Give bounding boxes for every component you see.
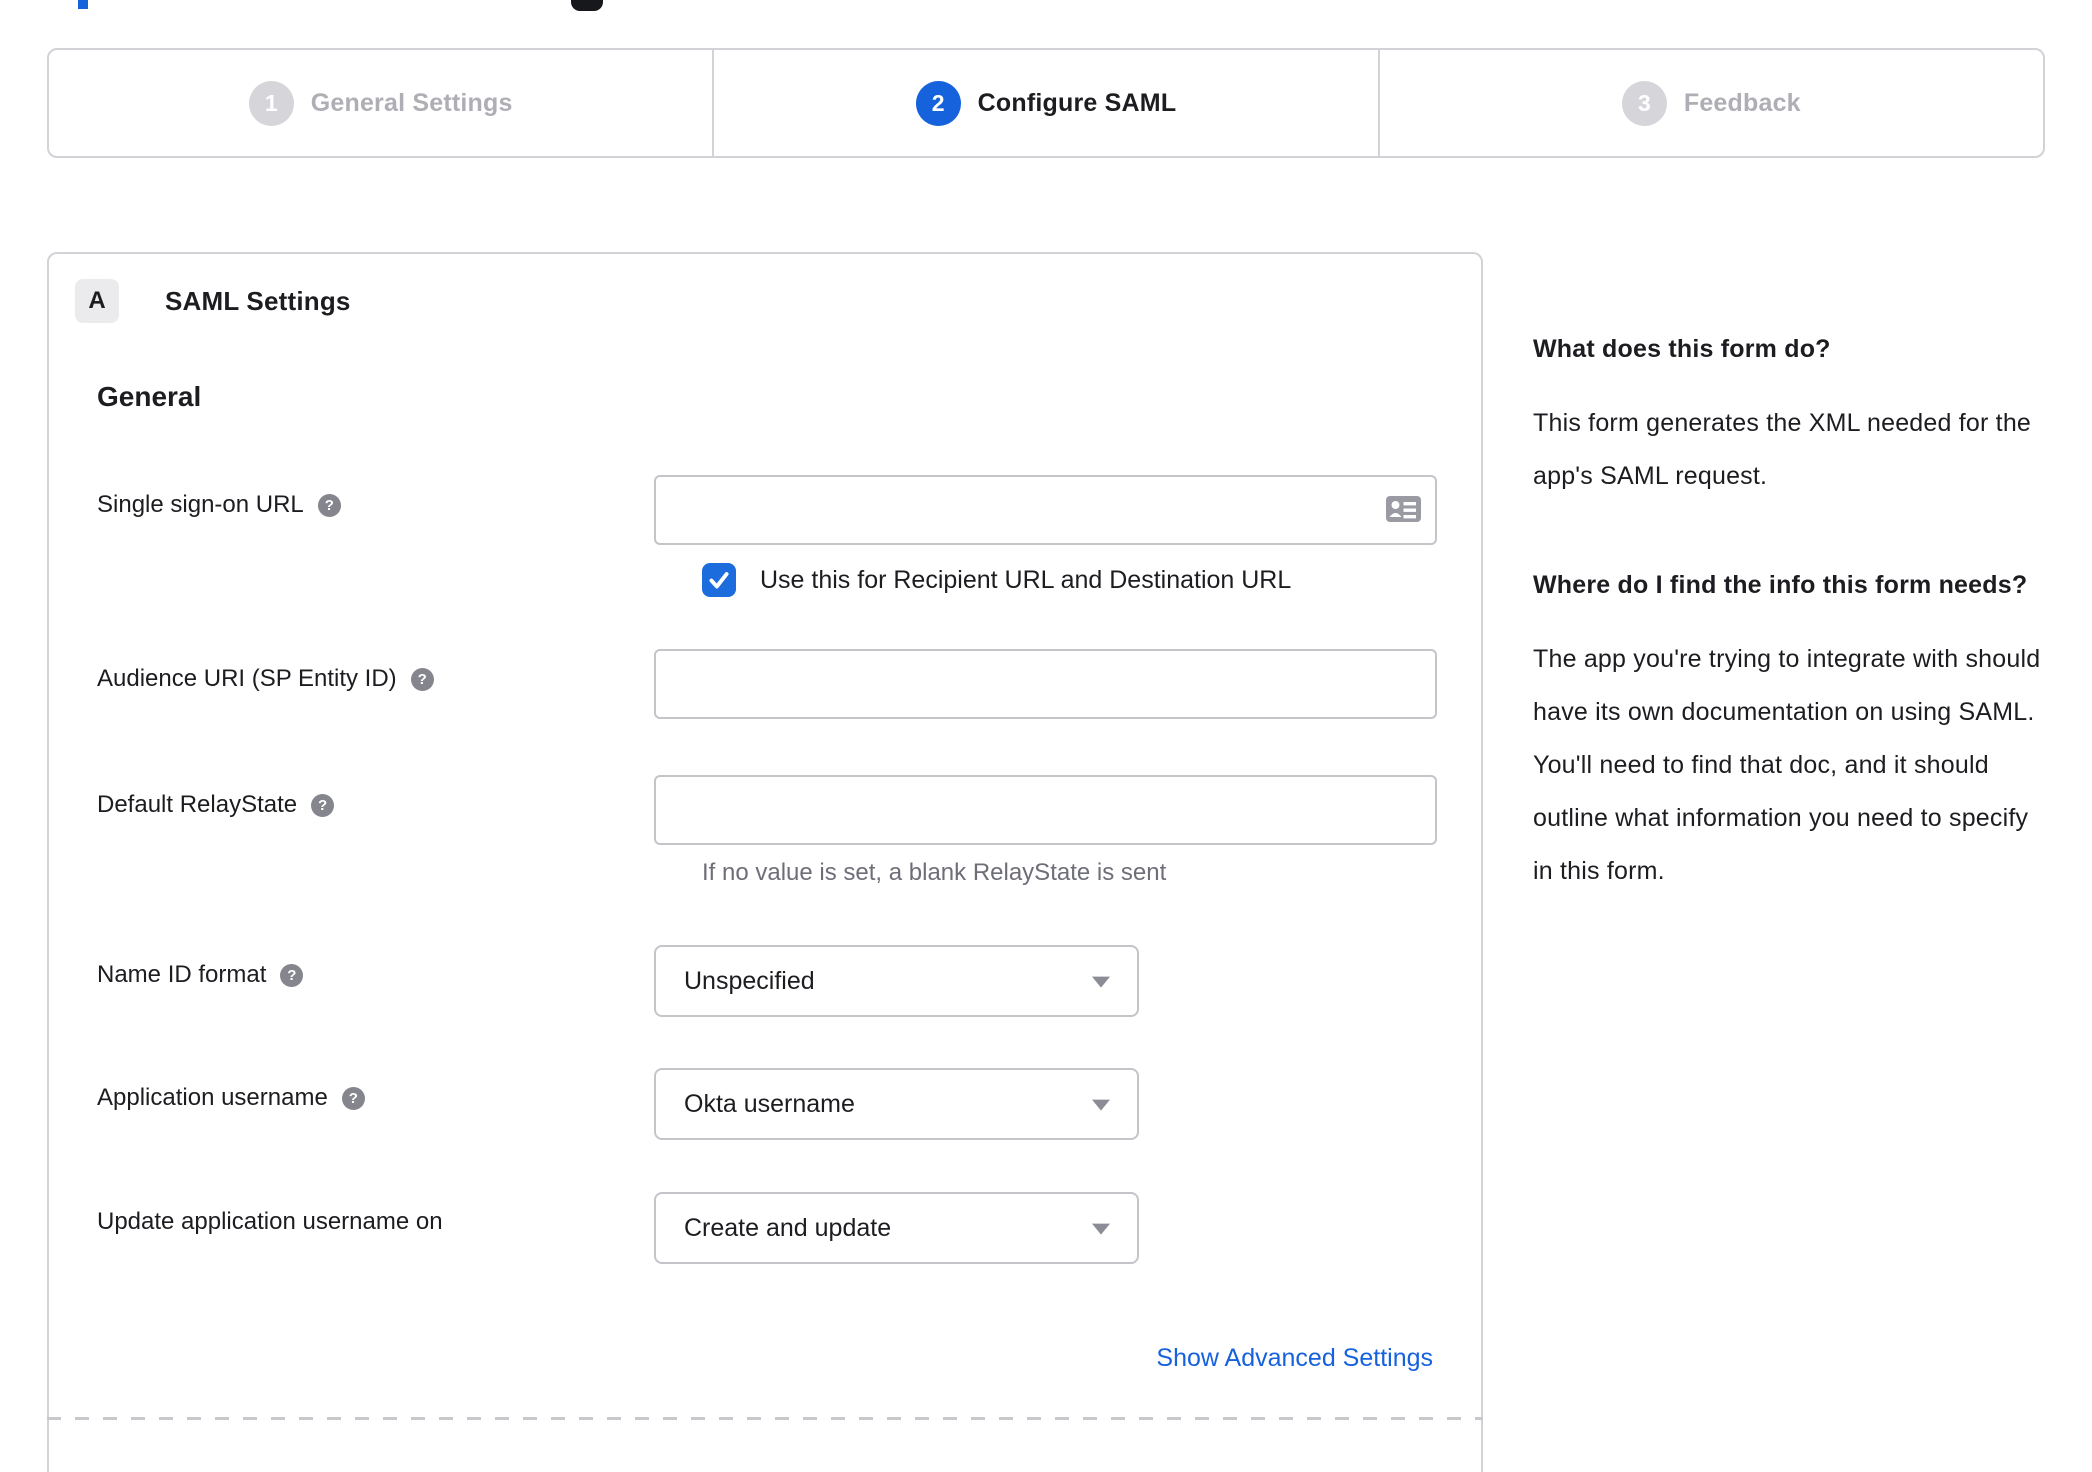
audience-uri-label: Audience URI (SP Entity ID): [97, 665, 397, 692]
sso-url-input-wrap: [654, 475, 1437, 545]
help-body-2: The app you're trying to integrate with …: [1533, 645, 2041, 885]
sso-url-label-wrap: Single sign-on URL ?: [97, 475, 654, 519]
saml-settings-panel: A SAML Settings General Single sign-on U…: [47, 252, 1483, 1472]
recipient-url-checkbox-row: Use this for Recipient URL and Destinati…: [49, 563, 1481, 597]
relay-state-input[interactable]: [654, 775, 1437, 845]
step-label: General Settings: [310, 88, 513, 117]
relay-state-label: Default RelayState: [97, 791, 298, 818]
clipped-header-fragment-blue: [78, 0, 88, 9]
step-number-badge: 1: [248, 80, 294, 126]
update-username-label: Update application username on: [97, 1208, 443, 1235]
chevron-down-icon: [1092, 976, 1110, 988]
panel-title: SAML Settings: [165, 285, 351, 316]
audience-uri-row: Audience URI (SP Entity ID) ?: [49, 649, 1481, 719]
application-username-label: Application username: [97, 1084, 328, 1111]
audience-uri-label-wrap: Audience URI (SP Entity ID) ?: [97, 649, 654, 693]
step-label: Feedback: [1683, 88, 1801, 117]
relay-state-input-wrap: [654, 775, 1437, 845]
step-number-badge: 2: [915, 80, 961, 126]
chevron-down-icon: [1092, 1099, 1110, 1111]
update-username-row: Update application username on Create an…: [49, 1192, 1481, 1264]
application-username-label-wrap: Application username ?: [97, 1068, 654, 1112]
step-configure-saml[interactable]: 2 Configure SAML: [712, 50, 1377, 156]
relay-state-helper-text: If no value is set, a blank RelayState i…: [702, 859, 1167, 886]
step-general-settings[interactable]: 1 General Settings: [49, 50, 712, 156]
update-username-select[interactable]: Create and update: [654, 1192, 1139, 1264]
application-username-row: Application username ? Okta username: [49, 1068, 1481, 1140]
application-username-help-icon[interactable]: ?: [341, 1086, 365, 1110]
recipient-url-checkbox[interactable]: [702, 563, 736, 597]
help-body-1: This form generates the XML needed for t…: [1533, 409, 2032, 490]
sso-url-input[interactable]: [654, 475, 1437, 545]
update-username-label-wrap: Update application username on: [97, 1192, 654, 1236]
show-advanced-settings-link[interactable]: Show Advanced Settings: [1156, 1344, 1433, 1372]
general-section-heading: General: [97, 381, 202, 412]
sso-url-row: Single sign-on URL ?: [49, 475, 1481, 545]
relay-state-help-icon[interactable]: ?: [311, 793, 335, 817]
audience-uri-help-icon[interactable]: ?: [410, 667, 434, 691]
advanced-settings-row: Show Advanced Settings: [49, 1344, 1481, 1373]
name-id-format-value: Unspecified: [684, 966, 815, 995]
recipient-url-checkbox-label[interactable]: Use this for Recipient URL and Destinati…: [760, 566, 1291, 595]
help-heading-1: What does this form do?: [1533, 335, 1831, 363]
step-feedback[interactable]: 3 Feedback: [1377, 50, 2043, 156]
wizard-stepper: 1 General Settings 2 Configure SAML 3 Fe…: [47, 48, 2045, 158]
step-label: Configure SAML: [977, 88, 1177, 117]
clipped-header-fragment-dark: [571, 0, 603, 11]
name-id-format-label-wrap: Name ID format ?: [97, 945, 654, 989]
name-id-format-row: Name ID format ? Unspecified: [49, 945, 1481, 1017]
application-username-select[interactable]: Okta username: [654, 1068, 1139, 1140]
update-username-value: Create and update: [684, 1213, 892, 1242]
audience-uri-input[interactable]: [654, 649, 1437, 719]
sso-url-label: Single sign-on URL: [97, 491, 304, 518]
audience-uri-input-wrap: [654, 649, 1437, 719]
name-id-format-label: Name ID format: [97, 961, 267, 988]
relay-state-row: Default RelayState ?: [49, 775, 1481, 845]
step-number-badge: 3: [1621, 80, 1667, 126]
application-username-value: Okta username: [684, 1089, 855, 1118]
help-panel: What does this form do? This form genera…: [1533, 330, 2049, 898]
section-a-badge: A: [75, 279, 119, 323]
screenshot-cut-line: [47, 1417, 1483, 1420]
name-id-format-select[interactable]: Unspecified: [654, 945, 1139, 1017]
name-id-format-help-icon[interactable]: ?: [280, 963, 304, 987]
help-heading-2: Where do I find the info this form needs…: [1533, 571, 2028, 599]
sso-url-help-icon[interactable]: ?: [317, 493, 341, 517]
checkmark-icon: [709, 572, 729, 589]
chevron-down-icon: [1092, 1223, 1110, 1235]
relay-state-label-wrap: Default RelayState ?: [97, 775, 654, 819]
contact-card-icon[interactable]: [1386, 496, 1421, 527]
